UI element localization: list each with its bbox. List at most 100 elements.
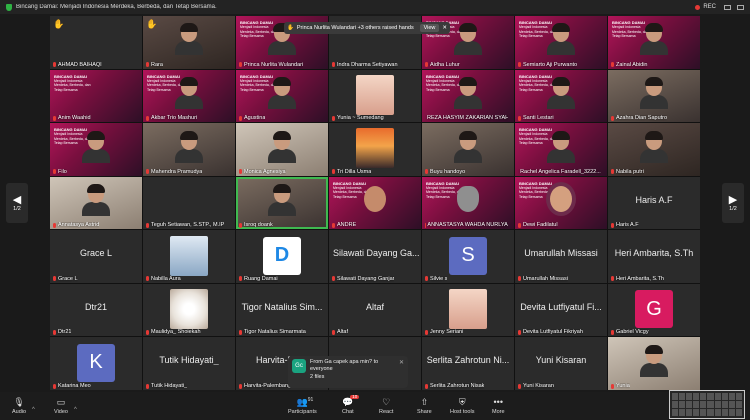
view-raised-hands-button[interactable]: View [419,24,440,32]
participant-tile[interactable]: Tutik Hidayati_ Tutik Hidayati_ [143,337,235,390]
chat-button[interactable]: 💬 10 Chat [342,394,360,418]
participant-tile[interactable]: Buyu handoyo [422,123,514,176]
participant-tile[interactable]: Monica Agnesiya [236,123,328,176]
heart-icon: ♡ [382,396,391,407]
participant-tile[interactable]: BINCANG DAMAIMenjadi Indonesia Merdeka, … [515,176,607,230]
close-icon[interactable]: ✕ [442,25,447,31]
participant-tile[interactable]: BINCANG DAMAIMenjadi Indonesia Merdeka, … [329,176,421,230]
microphone-muted-icon [239,276,242,282]
next-page-button[interactable]: ▶ 1/2 [722,183,744,223]
participant-video [547,130,575,163]
participant-tile[interactable]: Haris A.F Haris A.F [608,176,700,230]
participant-name: Katarina Meo [58,383,91,389]
more-button[interactable]: ••• More [492,394,505,418]
memoji-avatar [550,186,572,213]
participant-tile[interactable]: Mahendra Pramudya [143,123,235,176]
participant-name: Silvie s [430,275,448,282]
participant-tile[interactable]: BINCANG DAMAIMenjadi Indonesia Merdeka, … [422,176,514,230]
participant-tile[interactable]: G Gabriel Vicgy [608,283,700,337]
thumbnail-cell [686,409,693,416]
security-shield-icon[interactable] [6,3,12,11]
participant-tile[interactable]: ✋ Rara [143,16,235,69]
video-options-chevron-icon[interactable]: ^ [74,398,77,420]
previous-page-button[interactable]: ◀ 1/2 [6,183,28,223]
participant-tile[interactable]: BINCANG DAMAIMenjadi Indonesia Merdeka, … [515,123,607,176]
participant-tile[interactable]: BINCANG DAMAIMenjadi Indonesia Merdeka, … [50,69,142,123]
microphone-muted-icon [425,62,428,68]
participant-name-label: Heri Ambarita, S.Th [611,276,664,282]
camera-icon: ▭ [56,396,66,407]
microphone-muted-icon [53,329,56,335]
participant-tile[interactable]: BINCANG DAMAIMenjadi Indonesia Merdeka, … [422,69,514,123]
participant-tile[interactable]: Serlita Zahrotun Ni... Serlita Zahrotun N… [422,337,514,390]
participant-name: Semiarto Aji Purwanto [523,61,578,68]
participant-tile[interactable]: Yuni Kisaran Yuni Kisaran [515,337,607,390]
react-label: React [379,408,394,415]
participant-tile[interactable]: Yunia ~ Sumedang [329,69,421,123]
participant-tile[interactable]: Jenny Seriani [422,283,514,337]
shield-icon: ⛨ [458,396,466,407]
participant-name-label: Silvie s [425,276,447,282]
participant-tile[interactable]: Nabilla Aura [143,230,235,283]
video-button[interactable]: ▭ Video [54,394,68,418]
participant-tile[interactable]: S Silvie s [422,230,514,283]
participant-tile[interactable]: Devita Lutfiyatul Fi... Devita Lutfiyatul… [515,283,607,337]
participant-tile[interactable]: Tri Dilla Usma [329,123,421,176]
microphone-muted-icon [518,276,521,282]
audio-options-chevron-icon[interactable]: ^ [32,398,35,420]
participant-name-label: Yunia ~ Sumedang [332,115,384,121]
participant-tile[interactable]: Annatasya Astrid [50,176,142,230]
participant-tile[interactable]: BINCANG DAMAIMenjadi Indonesia Merdeka, … [515,69,607,123]
participant-video [268,184,296,217]
raised-hands-banner: ✋ Princa Nurlita Wulandari +3 others rai… [284,22,450,34]
participant-display-name: Yuni Kisaran [535,355,587,366]
host-tools-button[interactable]: ⛨ Host tools [450,394,474,418]
participant-name-label: Tigor Natalius Simarmata [239,329,306,335]
participants-button[interactable]: 👥 91 Participants [288,394,317,418]
react-button[interactable]: ♡ React [379,394,393,418]
participant-name-label: AHMAD BAIHAQI [53,62,102,68]
participant-tile[interactable]: Tigor Natalius Sim... Tigor Natalius Sima… [236,283,328,337]
participant-tile[interactable]: Yunia [608,337,700,390]
participant-tile[interactable]: Altaf Altaf [329,283,421,337]
initial-avatar: G [635,290,673,329]
participant-tile[interactable]: Teguh Setiawan, S.STP., M.IP [143,176,235,230]
minimize-icon[interactable] [724,4,731,10]
thumbnail-cell [721,393,728,400]
participant-tile[interactable]: BINCANG DAMAIMenjadi Indonesia Merdeka, … [50,123,142,176]
thumbnail-cell [700,401,707,408]
participant-tile[interactable]: Heri Ambarita, S.Th Heri Ambarita, S.Th [608,230,700,283]
chat-notification[interactable]: Gc From Ga capek apa min? to everyone 2 … [288,356,408,388]
initial-avatar: S [449,236,487,275]
participant-tile[interactable]: Nabila putri [608,123,700,176]
participant-name-label: Silawati Dayang Ganjar [332,276,394,282]
microphone-muted-icon [425,276,428,282]
participant-tile[interactable]: D Ruang Damai [236,230,328,283]
close-icon[interactable]: ✕ [399,359,404,385]
audio-button[interactable]: 🎙 Audio [12,394,26,418]
participant-tile[interactable]: ✋ AHMAD BAIHAQI [50,16,142,69]
share-button[interactable]: ⇧ Share [417,394,432,418]
participant-tile[interactable]: BINCANG DAMAIMenjadi Indonesia Merdeka, … [515,16,607,69]
video-label: Video [54,408,68,415]
participant-tile[interactable]: Umarullah Missasi Umarullah Missasi [515,230,607,283]
participant-tile[interactable]: Dtr21 Dtr21 [50,283,142,337]
participant-tile[interactable]: BINCANG DAMAIMenjadi Indonesia Merdeka, … [236,69,328,123]
participant-tile[interactable]: Azahra Dian Saputro [608,69,700,123]
thumbnail-cell [686,401,693,408]
participant-name: Ruang Damai [244,275,278,282]
participant-tile[interactable]: Silawati Dayang Ga... Silawati Dayang Gan… [329,230,421,283]
microphone-muted-icon [611,222,614,228]
participant-tile[interactable]: BINCANG DAMAIMenjadi Indonesia Merdeka, … [608,16,700,69]
microphone-muted-icon [425,169,428,175]
gallery-thumbnail-preview[interactable] [669,390,745,419]
thumbnail-cell [700,393,707,400]
participant-tile[interactable]: BINCANG DAMAIMenjadi Indonesia Merdeka, … [143,69,235,123]
recording-indicator[interactable]: REC [695,4,716,10]
participant-tile[interactable]: Grace L Grace L [50,230,142,283]
maximize-icon[interactable] [737,4,744,10]
participant-tile[interactable]: K Katarina Meo [50,337,142,390]
participant-tile[interactable]: Maulidya_ Shoiekah [143,283,235,337]
microphone-muted-icon [425,329,428,335]
participant-tile[interactable]: Isroq doank [236,176,328,230]
